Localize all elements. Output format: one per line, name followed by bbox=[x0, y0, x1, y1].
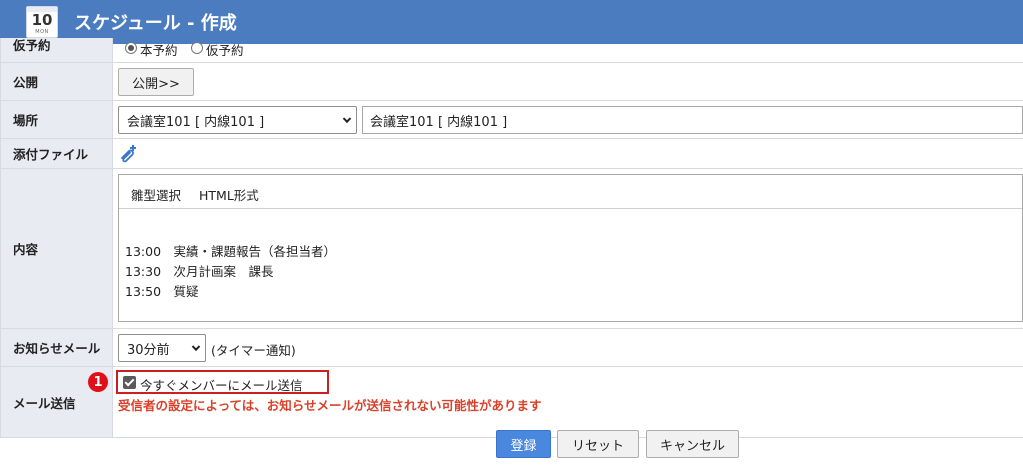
send-mail-label: 今すぐメンバーにメール送信 bbox=[140, 378, 303, 393]
paperclip-add-icon[interactable] bbox=[118, 144, 138, 164]
main-reservation-label: 本予約 bbox=[140, 43, 178, 58]
place-label: 場所 bbox=[0, 101, 113, 138]
tentative-reservation-label: 仮予約 bbox=[206, 43, 244, 58]
content-line: 13:50 質疑 bbox=[125, 284, 199, 299]
notify-label: お知らせメール bbox=[0, 329, 113, 366]
calendar-icon: 10 MON bbox=[26, 6, 58, 38]
annotation-badge: 1 bbox=[88, 372, 108, 392]
public-row: 公開 公開>> bbox=[0, 62, 1023, 100]
place-text-input[interactable]: 会議室101 [ 内線101 ] bbox=[362, 106, 1023, 134]
chevron-down-icon bbox=[342, 114, 352, 124]
tentative-reservation-radio[interactable] bbox=[191, 42, 203, 54]
place-select[interactable]: 会議室101 [ 内線101 ] bbox=[118, 106, 357, 134]
attachment-row: 添付ファイル bbox=[0, 138, 1023, 168]
editor-toolbar: 雛型選択 HTML形式 bbox=[119, 175, 1022, 209]
notify-timing-value: 30分前 bbox=[127, 342, 170, 358]
timer-notice-text: (タイマー通知) bbox=[211, 343, 296, 358]
template-select-link[interactable]: 雛型選択 bbox=[131, 188, 181, 203]
public-label: 公開 bbox=[0, 63, 113, 100]
mail-row: メール送信 今すぐメンバーにメール送信 受信者の設定によっては、お知らせメールが… bbox=[0, 366, 1023, 437]
notify-row: お知らせメール 30分前 (タイマー通知) bbox=[0, 328, 1023, 366]
submit-button[interactable]: 登録 bbox=[496, 430, 551, 458]
content-row: 内容 雛型選択 HTML形式 13:00 実績・課題報告（各担当者） 13:30… bbox=[0, 168, 1023, 328]
content-editor[interactable]: 雛型選択 HTML形式 13:00 実績・課題報告（各担当者） 13:30 次月… bbox=[118, 174, 1023, 322]
chevron-down-icon bbox=[191, 342, 201, 352]
content-line: 13:00 実績・課題報告（各担当者） bbox=[125, 244, 337, 259]
calendar-icon-day: 10 bbox=[31, 11, 53, 29]
page-title: スケジュール - 作成 bbox=[74, 13, 237, 34]
content-label: 内容 bbox=[0, 169, 113, 328]
place-row: 場所 会議室101 [ 内線101 ] 会議室101 [ 内線101 ] bbox=[0, 100, 1023, 138]
content-line: 13:30 次月計画案 課長 bbox=[125, 264, 274, 279]
main-reservation-radio[interactable] bbox=[125, 42, 137, 54]
reset-button[interactable]: リセット bbox=[557, 430, 639, 458]
cancel-button[interactable]: キャンセル bbox=[646, 430, 739, 458]
attachment-label: 添付ファイル bbox=[0, 139, 113, 168]
reservation-row: 仮予約 本予約 仮予約 bbox=[0, 38, 1023, 62]
place-select-value: 会議室101 [ 内線101 ] bbox=[127, 114, 265, 130]
reservation-label: 仮予約 bbox=[0, 38, 113, 62]
notify-timing-select[interactable]: 30分前 bbox=[118, 334, 206, 362]
html-format-link[interactable]: HTML形式 bbox=[199, 188, 259, 203]
send-mail-checkbox[interactable] bbox=[123, 376, 136, 389]
mail-warning-text: 受信者の設定によっては、お知らせメールが送信されない可能性があります bbox=[118, 398, 542, 413]
public-expand-button[interactable]: 公開>> bbox=[118, 68, 194, 96]
